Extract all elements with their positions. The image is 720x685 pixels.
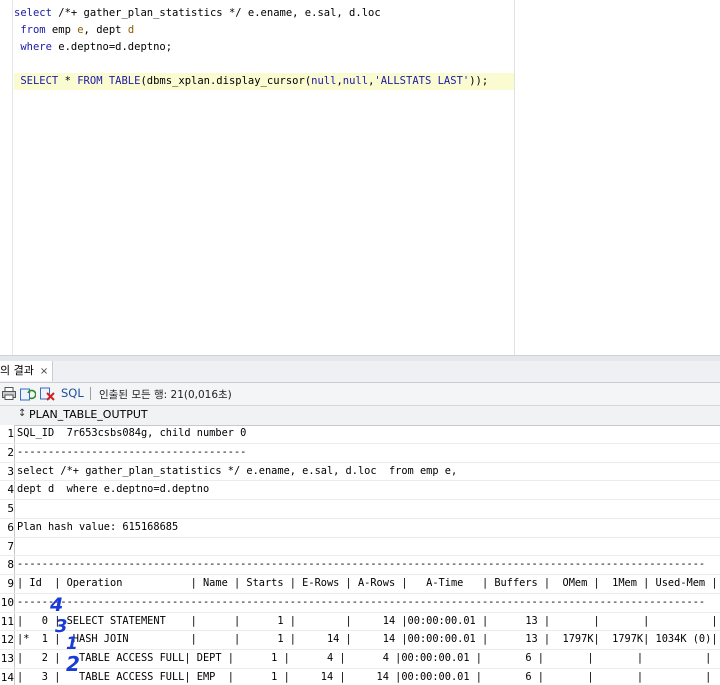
code-token: )); (469, 75, 489, 87)
tab-label: 의 결과 (0, 364, 34, 377)
editor-code[interactable]: select /*+ gather_plan_statistics */ e.e… (14, 5, 514, 90)
code-token: /*+ gather_plan_statistics */ e.ename, e… (51, 7, 381, 19)
row-number: 9 (0, 575, 15, 593)
code-token: e.deptno=d.deptno; (51, 41, 173, 53)
table-row[interactable]: 14 | 3 | TABLE ACCESS FULL| EMP | 1 | 14 … (0, 668, 720, 685)
grid-column-header[interactable]: ↕ PLAN_TABLE_OUTPUT (0, 406, 720, 426)
code-token: 'ALLSTATS LAST' (374, 75, 470, 87)
annotation-step-1: 1 (66, 634, 78, 654)
result-grid[interactable]: 1 SQL_ID 7r653csbs084g, child number 0 2 --… (0, 425, 720, 685)
table-row[interactable]: 4 dept d where e.deptno=d.deptno (0, 481, 720, 500)
plan-output-cell[interactable]: dept d where e.deptno=d.deptno (17, 481, 209, 498)
code-token: null (342, 75, 369, 87)
code-token: d (127, 24, 135, 36)
annotation-step-2: 2 (66, 652, 80, 676)
code-token: select (14, 7, 52, 19)
code-line: select /*+ gather_plan_statistics */ e.e… (14, 5, 514, 22)
editor-right-margin (514, 0, 515, 355)
code-token: SELECT (14, 75, 59, 87)
result-tab-bar: 의 결과 × (0, 361, 720, 383)
row-number: 12 (0, 631, 15, 649)
column-title: PLAN_TABLE_OUTPUT (29, 408, 148, 421)
tab-query-result[interactable]: 의 결과 × (0, 361, 54, 381)
table-row[interactable]: 8 ---------------------------------------… (0, 556, 720, 575)
sort-icon[interactable]: ↕ (18, 408, 26, 419)
code-line: from emp e, dept d (14, 22, 514, 39)
row-number: 6 (0, 518, 15, 537)
row-number: 4 (0, 481, 15, 499)
plan-output-cell[interactable]: ----------------------------------------… (17, 594, 705, 611)
row-number: 5 (0, 500, 15, 518)
row-number: 10 (0, 593, 15, 612)
delete-sql-icon[interactable] (40, 387, 55, 401)
editor-gutter (0, 0, 13, 355)
table-row[interactable]: 10 --------------------------------------… (0, 593, 720, 613)
code-token: emp (45, 24, 78, 36)
sql-button[interactable]: SQL (61, 386, 84, 400)
toolbar-divider (90, 387, 91, 400)
code-token: FROM TABLE (77, 75, 141, 87)
table-row[interactable]: 3 select /*+ gather_plan_statistics */ e.… (0, 462, 720, 482)
code-token: , dept (83, 24, 128, 36)
refresh-sql-icon[interactable] (20, 387, 37, 401)
plan-output-cell[interactable]: | Id | Operation | Name | Starts | E-Row… (17, 575, 718, 592)
code-token: where (14, 41, 52, 53)
table-row[interactable]: 6 Plan hash value: 615168685 (0, 518, 720, 538)
code-token: (dbms_xplan.display_cursor( (140, 75, 312, 87)
table-row[interactable]: 13 | 2 | TABLE ACCESS FULL| DEPT | 1 | 4 … (0, 650, 720, 669)
plan-output-cell[interactable]: ----------------------------------------… (17, 556, 705, 573)
plan-output-cell[interactable]: | 3 | TABLE ACCESS FULL| EMP | 1 | 14 | … (17, 669, 711, 685)
row-number: 7 (0, 537, 15, 556)
row-number: 14 (0, 668, 15, 685)
plan-output-cell[interactable]: Plan hash value: 615168685 (17, 519, 178, 536)
result-toolbar: SQL 인출된 모든 행: 21(0,016초) (0, 383, 720, 406)
table-row[interactable]: 11 | 0 | SELECT STATEMENT | | 1 | | 14 |0… (0, 612, 720, 632)
code-token: null (311, 75, 337, 87)
table-row[interactable]: 9 | Id | Operation | Name | Starts | E-Ro… (0, 575, 720, 594)
row-number: 13 (0, 650, 15, 668)
code-token: from (14, 24, 46, 36)
row-number: 8 (0, 556, 15, 574)
fetch-status: 인출된 모든 행: 21(0,016초) (99, 389, 232, 401)
plan-output-cell[interactable]: | 2 | TABLE ACCESS FULL| DEPT | 1 | 4 | … (17, 650, 711, 667)
row-number: 2 (0, 443, 15, 462)
annotation-step-4: 4 (50, 594, 64, 616)
row-number: 11 (0, 612, 15, 631)
table-row[interactable]: 12 |* 1 | HASH JOIN | | 1 | 14 | 14 |00:0… (0, 631, 720, 650)
table-row[interactable]: 7 (0, 537, 720, 557)
table-row[interactable]: 5 (0, 500, 720, 519)
code-token: * (58, 75, 78, 87)
table-row[interactable]: 2 ------------------------------------- (0, 443, 720, 463)
row-number: 1 (0, 425, 15, 443)
plan-output-cell[interactable]: ------------------------------------- (17, 444, 246, 461)
row-number: 3 (0, 462, 15, 481)
plan-output-cell[interactable]: SQL_ID 7r653csbs084g, child number 0 (17, 425, 246, 442)
plan-output-cell[interactable]: select /*+ gather_plan_statistics */ e.e… (17, 463, 457, 480)
code-line: where e.deptno=d.deptno; (14, 39, 514, 56)
print-icon[interactable] (2, 387, 16, 400)
code-line: SELECT * FROM TABLE(dbms_xplan.display_c… (14, 73, 514, 90)
plan-output-cell[interactable]: |* 1 | HASH JOIN | | 1 | 14 | 14 |00:00:… (17, 631, 718, 648)
close-icon[interactable]: × (40, 366, 48, 377)
sql-editor[interactable]: select /*+ gather_plan_statistics */ e.e… (0, 0, 720, 355)
table-row[interactable]: 1 SQL_ID 7r653csbs084g, child number 0 (0, 425, 720, 444)
plan-output-cell[interactable]: | 0 | SELECT STATEMENT | | 1 | | 14 |00:… (17, 613, 718, 630)
